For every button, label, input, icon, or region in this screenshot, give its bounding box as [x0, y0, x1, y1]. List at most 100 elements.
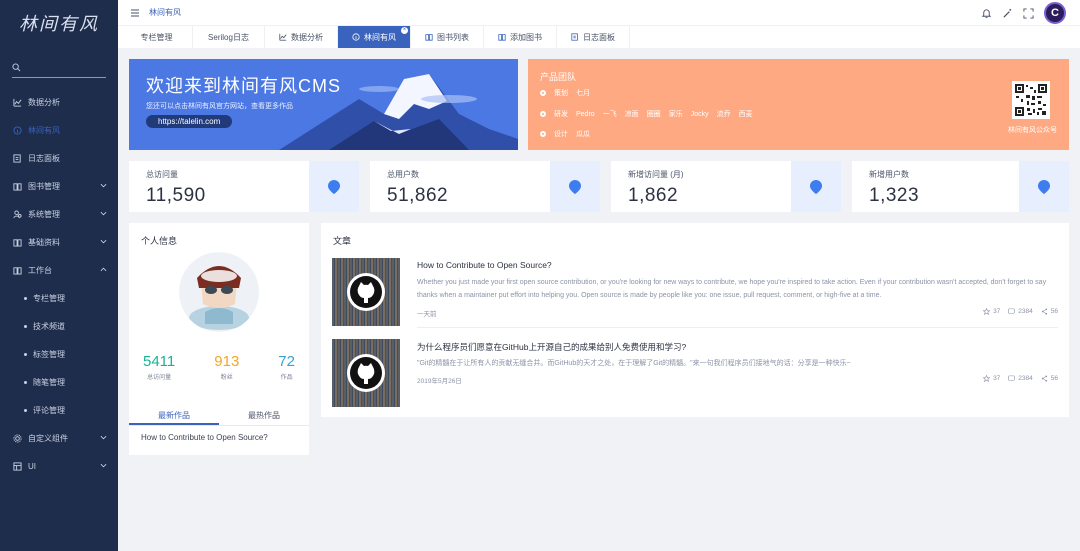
sidebar-search[interactable] [12, 58, 106, 78]
sidebar-item-label: 随笔管理 [33, 377, 65, 387]
star-count[interactable]: 37 [983, 375, 1000, 382]
article-title[interactable]: 为什么程序员们愿意在GitHub上开源自己的成果给别人免费使用和学习? [417, 341, 686, 353]
tab-hottest-works[interactable]: 最热作品 [219, 407, 309, 425]
sidebar-subitem-essays[interactable]: 随笔管理 [0, 368, 118, 396]
sidebar-item-label: 日志面板 [28, 153, 60, 163]
location-pin-icon [328, 179, 340, 194]
team-member: 瓜瓜 [576, 131, 590, 138]
sidebar-item-workbench[interactable]: 工作台 [0, 256, 118, 284]
bell-icon[interactable] [981, 8, 992, 19]
location-pin-icon [810, 179, 822, 194]
tab-linjian[interactable]: 林间有风 × [338, 26, 411, 48]
search-icon [12, 63, 21, 72]
profile-title: 个人信息 [141, 236, 178, 246]
chevron-down-icon [100, 183, 107, 188]
location-pin-icon [569, 179, 581, 194]
article-title[interactable]: How to Contribute to Open Source? [417, 260, 552, 270]
stat-label: 粉丝 [220, 375, 233, 381]
breadcrumb[interactable]: 林间有风 [149, 7, 181, 18]
stat-card-new-users: 新增用户数 1,323 [852, 161, 1069, 212]
article-item[interactable]: 为什么程序员们愿意在GitHub上开源自己的成果给别人免费使用和学习? "Git… [332, 339, 1058, 409]
star-count[interactable]: 37 [983, 308, 1000, 315]
sidebar-subitem-tags[interactable]: 标签管理 [0, 340, 118, 368]
team-member: 家乐 [668, 111, 683, 118]
sidebar-item-label: UI [28, 461, 36, 471]
article-item[interactable]: How to Contribute to Open Source? Whethe… [332, 258, 1058, 328]
sidebar-item-book-manage[interactable]: 图书管理 [0, 172, 118, 200]
sidebar-item-label: 基础资料 [28, 237, 60, 247]
tab-latest-works[interactable]: 最新作品 [129, 407, 219, 425]
team-member: Pedro [576, 110, 595, 118]
comment-icon [1008, 375, 1016, 381]
book-icon [13, 238, 22, 247]
team-row-design: 设计 瓜瓜 [540, 129, 590, 139]
sidebar-item-label: 工作台 [28, 265, 52, 275]
sidebar-item-label: 系统管理 [28, 209, 60, 219]
tab-log-panel[interactable]: 日志面板 [557, 26, 630, 48]
share-count[interactable]: 56 [1041, 308, 1058, 315]
share-count[interactable]: 56 [1041, 375, 1058, 382]
bullet-dot [24, 324, 27, 328]
tab-column-manage[interactable]: 专栏管理 [121, 26, 193, 48]
tab-label: Serilog日志 [208, 32, 249, 42]
logo: 林间有风 [19, 14, 99, 35]
sidebar-subitem-channel[interactable]: 技术频道 [0, 312, 118, 340]
comment-count[interactable]: 2384 [1008, 375, 1033, 382]
page-tabs: 专栏管理 Serilog日志 数据分析 林间有风 × 图书列表 添加图书 日志面… [118, 25, 1080, 48]
comment-count[interactable]: 2384 [1008, 308, 1033, 315]
stat-value: 56 [1050, 375, 1058, 382]
edit-note-icon [13, 153, 22, 163]
team-title: 产品团队 [540, 72, 577, 82]
bullet-dot [24, 408, 27, 412]
sidebar: 林间有风 数据分析 林间有风 日志面板 图书管理 系统管理 基础资料 工作台 专… [0, 0, 118, 551]
users-icon [13, 209, 22, 219]
stat-label: 总访问量 [146, 170, 178, 179]
welcome-subtitle: 您还可以点击林间有风官方网站，查看更多作品 [146, 103, 293, 110]
qr-code [1012, 81, 1050, 119]
team-role: 设计 [554, 131, 568, 138]
user-avatar[interactable]: C [1044, 2, 1066, 24]
sidebar-subitem-column[interactable]: 专栏管理 [0, 284, 118, 312]
articles-title: 文章 [333, 236, 352, 246]
sidebar-item-basic-data[interactable]: 基础资料 [0, 228, 118, 256]
team-member: 流乔 [716, 111, 731, 118]
tab-data-analysis[interactable]: 数据分析 [265, 26, 338, 48]
sidebar-item-custom-components[interactable]: 自定义组件 [0, 424, 118, 452]
magic-wand-icon[interactable] [1002, 8, 1013, 19]
article-date: 一天前 [417, 311, 437, 318]
sidebar-item-linjian[interactable]: 林间有风 [0, 116, 118, 144]
profile-work-item[interactable]: How to Contribute to Open Source? [141, 433, 268, 442]
tab-book-list[interactable]: 图书列表 [411, 26, 484, 48]
sidebar-item-system-manage[interactable]: 系统管理 [0, 200, 118, 228]
stat-card-total-users: 总用户数 51,862 [370, 161, 600, 212]
team-member: Jocky [690, 110, 709, 118]
articles-card: 文章 How to Contribute to Open Source? Whe… [321, 223, 1069, 417]
team-row-dev: 研发 Pedro 一飞 凉面 圈圈 家乐 Jocky 流乔 西麦 [540, 109, 753, 119]
tab-serilog[interactable]: Serilog日志 [193, 26, 265, 48]
stat-icon-box [1019, 161, 1069, 212]
tab-label: 添加图书 [510, 32, 542, 42]
sidebar-item-log-panel[interactable]: 日志面板 [0, 144, 118, 172]
sidebar-item-label: 图书管理 [28, 181, 60, 191]
sidebar-item-data-analysis[interactable]: 数据分析 [0, 88, 118, 116]
github-icon [347, 273, 385, 311]
article-desc: "Git的精髓在于让所有人的贡献无缝合并。而GitHub的天才之处，在于理解了G… [417, 360, 851, 367]
stat-card-total-visits: 总访问量 11,590 [129, 161, 359, 212]
stat-value: 913 [214, 353, 240, 370]
sidebar-item-ui[interactable]: UI [0, 452, 118, 480]
stat-value: 11,590 [146, 185, 206, 206]
team-role: 策划 [554, 90, 568, 97]
official-site-link[interactable]: https://talelin.com [146, 115, 233, 128]
sidebar-menu: 数据分析 林间有风 日志面板 图书管理 系统管理 基础资料 工作台 专栏管理 技… [0, 88, 118, 480]
star-icon [983, 375, 991, 382]
book-icon [13, 266, 22, 275]
profile-tabs: 最新作品 最热作品 [129, 407, 309, 426]
profile-avatar [179, 252, 259, 332]
tab-add-book[interactable]: 添加图书 [484, 26, 557, 48]
fullscreen-icon[interactable] [1023, 7, 1034, 19]
hamburger-menu-icon[interactable] [130, 8, 140, 18]
article-meta: 37 2384 56 [983, 375, 1058, 382]
team-member: 西麦 [738, 111, 753, 118]
sidebar-subitem-comments[interactable]: 评论管理 [0, 396, 118, 424]
close-icon[interactable]: × [401, 27, 408, 34]
